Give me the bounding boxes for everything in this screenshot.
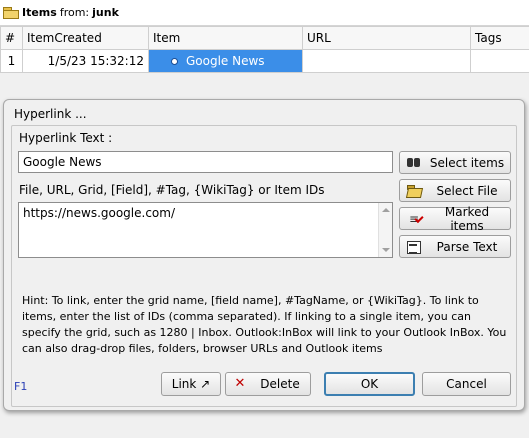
row-number[interactable]: 1 bbox=[0, 49, 23, 73]
dialog-title: Hyperlink ... bbox=[14, 107, 87, 121]
items-header-bar: Items from: junk bbox=[0, 0, 529, 26]
column-header-num[interactable]: # bbox=[0, 26, 23, 50]
parse-text-icon bbox=[406, 240, 422, 254]
marked-items-label: Marked items bbox=[444, 204, 490, 233]
delete-label: Delete bbox=[260, 377, 300, 391]
column-header-item[interactable]: Item bbox=[148, 26, 303, 50]
link-button-content: Link ↗ bbox=[162, 377, 220, 391]
hint-text: Hint: To link, enter the grid name, [fie… bbox=[22, 294, 507, 355]
select-items-label: Select items bbox=[429, 155, 505, 170]
target-textarea-value: https://news.google.com/ bbox=[23, 206, 176, 220]
open-folder-icon bbox=[406, 184, 422, 198]
scroll-down-arrow-icon[interactable] bbox=[382, 248, 390, 252]
cell-url[interactable] bbox=[302, 49, 471, 73]
arrow-up-right-icon: ↗ bbox=[200, 377, 211, 391]
hyperlink-text-input[interactable]: Google News bbox=[18, 151, 393, 173]
cancel-button[interactable]: Cancel bbox=[422, 372, 511, 396]
ok-button[interactable]: OK bbox=[324, 372, 415, 396]
bullet-icon bbox=[171, 57, 178, 65]
hyperlink-text-label: Hyperlink Text : bbox=[19, 131, 113, 145]
header-source: junk bbox=[92, 6, 119, 19]
hyperlink-dialog: Hyperlink ... Hyperlink Text : Google Ne… bbox=[3, 99, 525, 411]
items-grid: # ItemCreated Item URL Tags 1 1/5/23 15:… bbox=[0, 26, 529, 73]
marked-items-button[interactable]: ≡ Marked items bbox=[399, 204, 511, 233]
delete-button[interactable]: ✕ Delete bbox=[225, 372, 311, 396]
column-header-url[interactable]: URL bbox=[302, 26, 471, 50]
cell-item[interactable]: Google News bbox=[148, 49, 303, 73]
link-button[interactable]: Link ↗ bbox=[161, 372, 221, 396]
dialog-content-frame: Hyperlink Text : Google News File, URL, … bbox=[11, 125, 517, 407]
grid-header-row: # ItemCreated Item URL Tags bbox=[0, 26, 529, 50]
f1-help-link[interactable]: F1 bbox=[14, 380, 27, 393]
select-file-label: Select File bbox=[436, 183, 498, 198]
folder-icon bbox=[3, 7, 19, 19]
parse-text-label: Parse Text bbox=[436, 239, 498, 254]
select-items-button[interactable]: Select items bbox=[399, 151, 511, 174]
target-textarea[interactable]: https://news.google.com/ bbox=[18, 202, 393, 258]
scroll-up-arrow-icon[interactable] bbox=[382, 208, 390, 212]
cell-itemcreated[interactable]: 1/5/23 15:32:12 bbox=[22, 49, 149, 73]
textarea-scrollbar[interactable] bbox=[378, 203, 392, 257]
column-header-tags[interactable]: Tags bbox=[470, 26, 529, 50]
target-label: File, URL, Grid, [Field], #Tag, {WikiTag… bbox=[19, 183, 325, 197]
delete-x-icon: ✕ bbox=[234, 376, 246, 391]
cancel-label: Cancel bbox=[446, 377, 487, 391]
header-prefix: Items bbox=[22, 6, 57, 19]
select-file-button[interactable]: Select File bbox=[399, 179, 511, 202]
cell-tags[interactable] bbox=[470, 49, 529, 73]
header-from-label: from: bbox=[59, 6, 90, 19]
binoculars-icon bbox=[406, 156, 422, 170]
parse-text-button[interactable]: Parse Text bbox=[399, 235, 511, 258]
ok-label: OK bbox=[360, 377, 379, 391]
column-header-itemcreated[interactable]: ItemCreated bbox=[22, 26, 149, 50]
link-label: Link bbox=[171, 377, 197, 391]
cell-item-text: Google News bbox=[186, 54, 265, 68]
table-row[interactable]: 1 1/5/23 15:32:12 Google News bbox=[0, 49, 529, 73]
checklist-icon: ≡ bbox=[406, 212, 422, 226]
